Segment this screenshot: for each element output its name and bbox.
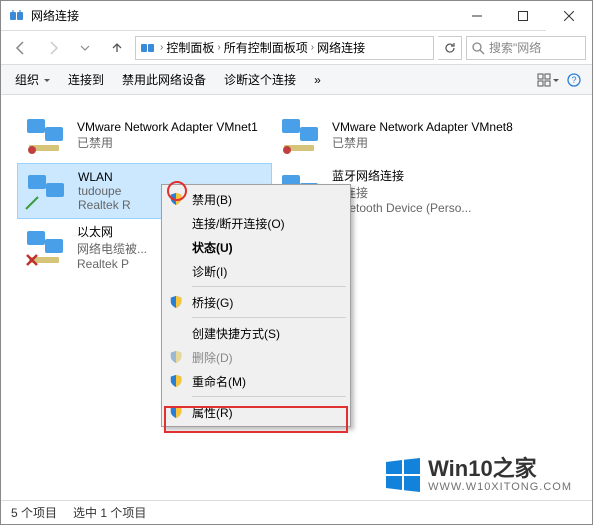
menu-separator <box>192 396 346 397</box>
help-button[interactable]: ? <box>562 68 586 92</box>
organize-button[interactable]: 组织 <box>7 67 58 92</box>
toolbar-overflow[interactable]: » <box>306 69 329 91</box>
back-button[interactable] <box>7 34 35 62</box>
menu-bridge[interactable]: 桥接(G) <box>164 290 348 314</box>
adapter-device: Bluetooth Device (Perso... <box>332 201 471 215</box>
adapter-item-vmnet8[interactable]: VMware Network Adapter VMnet8 已禁用 <box>272 107 527 163</box>
breadcrumb-item[interactable]: 控制面板 <box>163 39 217 56</box>
breadcrumb-item[interactable]: 网络连接 <box>314 39 368 56</box>
menu-create-shortcut[interactable]: 创建快捷方式(S) <box>164 321 348 345</box>
search-input[interactable]: 搜索"网络 <box>466 36 586 60</box>
menu-separator <box>192 286 346 287</box>
menu-separator <box>192 317 346 318</box>
adapter-status: 未连接 <box>332 184 471 201</box>
context-menu: 禁用(B) 连接/断开连接(O) 状态(U) 诊断(I) 桥接(G) 创建快捷方… <box>161 184 351 427</box>
search-placeholder: 搜索"网络 <box>489 39 541 56</box>
window-title: 网络连接 <box>31 7 454 24</box>
adapter-device: Realtek P <box>77 257 147 271</box>
shield-icon <box>168 373 184 389</box>
adapter-name: VMware Network Adapter VMnet1 <box>77 120 258 134</box>
minimize-button[interactable] <box>454 1 500 31</box>
connect-button[interactable]: 连接到 <box>60 67 112 92</box>
view-button[interactable] <box>536 68 560 92</box>
shield-icon <box>168 404 184 420</box>
watermark-title: Win10之家 <box>428 458 572 480</box>
address-bar: › 控制面板 › 所有控制面板项 › 网络连接 搜索"网络 <box>1 31 592 65</box>
adapter-name: 蓝牙网络连接 <box>332 167 471 184</box>
wlan-adapter-icon <box>24 171 68 211</box>
adapter-name: WLAN <box>78 170 131 184</box>
shield-icon <box>168 191 184 207</box>
adapter-name: VMware Network Adapter VMnet8 <box>332 120 513 134</box>
menu-properties[interactable]: 属性(R) <box>164 400 348 424</box>
adapter-status: 已禁用 <box>332 134 513 151</box>
recent-dropdown[interactable] <box>71 34 99 62</box>
breadcrumb-item[interactable]: 所有控制面板项 <box>221 39 311 56</box>
watermark: Win10之家 WWW.W10XITONG.COM <box>384 456 572 494</box>
shield-icon <box>168 294 184 310</box>
adapter-ssid: tudoupe <box>78 184 131 198</box>
status-selection-count: 选中 1 个项目 <box>73 504 146 521</box>
window-icon <box>9 8 25 24</box>
adapter-status: 已禁用 <box>77 134 258 151</box>
maximize-button[interactable] <box>500 1 546 31</box>
refresh-button[interactable] <box>438 36 462 60</box>
close-button[interactable] <box>546 1 592 31</box>
up-button[interactable] <box>103 34 131 62</box>
diagnose-button[interactable]: 诊断这个连接 <box>216 67 304 92</box>
adapter-item-vmnet1[interactable]: VMware Network Adapter VMnet1 已禁用 <box>17 107 272 163</box>
toolbar: 组织 连接到 禁用此网络设备 诊断这个连接 » ? <box>1 65 592 95</box>
menu-status[interactable]: 状态(U) <box>164 235 348 259</box>
menu-diagnose[interactable]: 诊断(I) <box>164 259 348 283</box>
status-bar: 5 个项目 选中 1 个项目 <box>1 500 592 524</box>
shield-icon <box>168 349 184 365</box>
adapter-name: 以太网 <box>77 223 147 240</box>
menu-connect-disconnect[interactable]: 连接/断开连接(O) <box>164 211 348 235</box>
menu-disable[interactable]: 禁用(B) <box>164 187 348 211</box>
search-icon <box>471 41 485 55</box>
windows-logo-icon <box>384 456 422 494</box>
forward-button[interactable] <box>39 34 67 62</box>
title-bar: 网络连接 <box>1 1 592 31</box>
disable-device-button[interactable]: 禁用此网络设备 <box>114 67 214 92</box>
menu-rename[interactable]: 重命名(M) <box>164 369 348 393</box>
status-item-count: 5 个项目 <box>11 504 57 521</box>
adapter-device: Realtek R <box>78 198 131 212</box>
ethernet-adapter-icon <box>23 227 67 267</box>
menu-delete: 删除(D) <box>164 345 348 369</box>
watermark-url: WWW.W10XITONG.COM <box>428 482 572 493</box>
network-adapter-icon <box>278 115 322 155</box>
svg-text:?: ? <box>571 75 576 85</box>
network-adapter-icon <box>23 115 67 155</box>
adapter-status: 网络电缆被... <box>77 240 147 257</box>
breadcrumb[interactable]: › 控制面板 › 所有控制面板项 › 网络连接 <box>135 36 434 60</box>
location-icon <box>140 40 156 56</box>
